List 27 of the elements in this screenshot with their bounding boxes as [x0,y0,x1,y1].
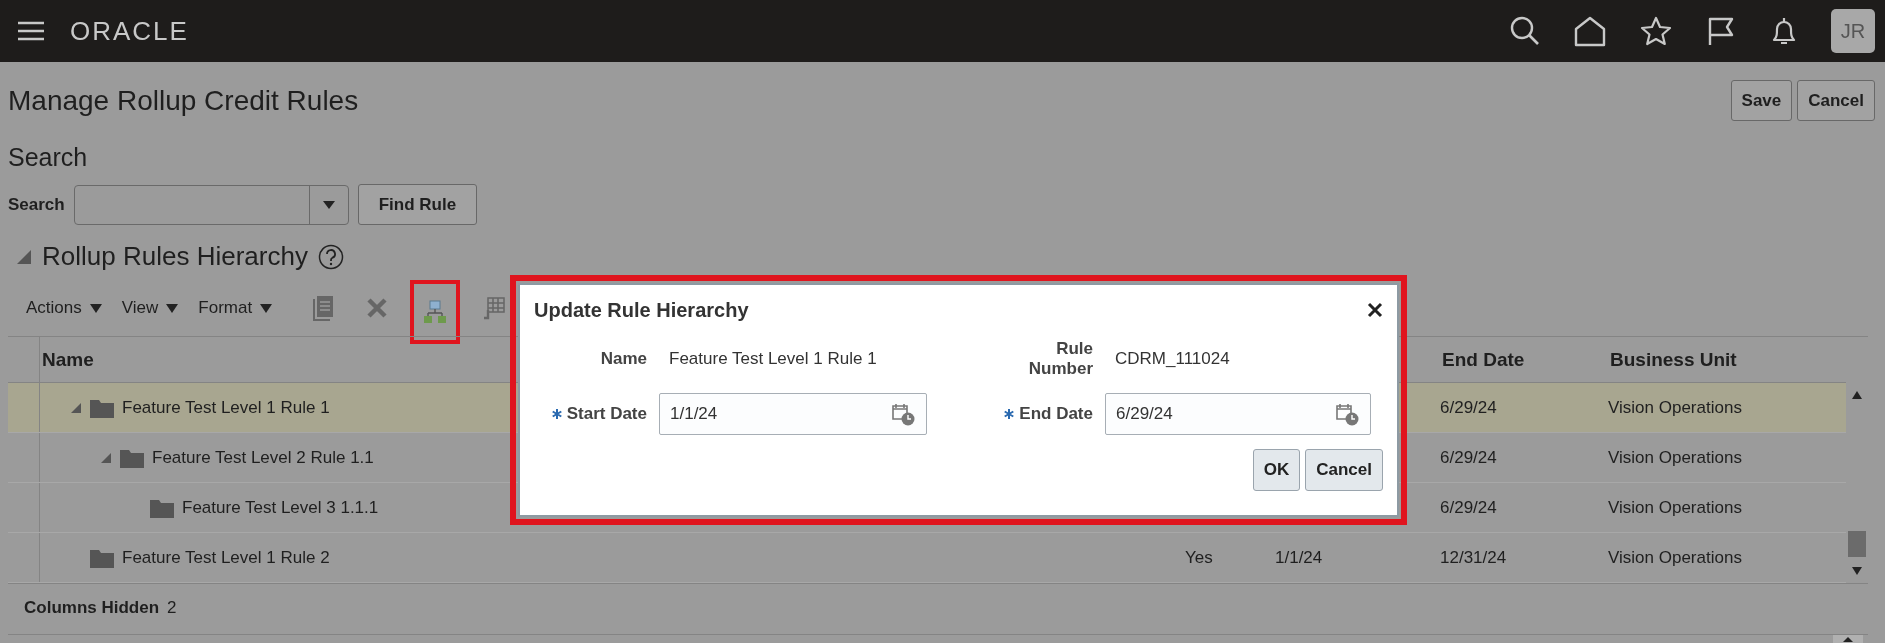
field-label: End Date [1019,404,1093,424]
table-cell: 6/29/24 [1440,497,1497,517]
table-cell: 1/1/24 [1275,547,1323,567]
table-cell: 12/31/24 [1440,547,1507,567]
columns-hidden-count: 2 [167,598,177,618]
search-label: Search [8,194,65,215]
table-cell: Vision Operations [1608,447,1742,467]
table-cell: Yes [1185,547,1213,567]
section-title: Rollup Rules Hierarchy [42,241,308,272]
section-heading: Search [8,143,89,172]
rule-name: Feature Test Level 1 Rule 2 [122,547,330,568]
table-cell: 6/29/24 [1440,447,1497,467]
table-cell: 6/29/24 [1440,397,1497,417]
field-value: CDRM_111024 [1114,349,1231,369]
field-value: Feature Test Level 1 Rule 1 [668,349,878,369]
field-label: Rule Number [1027,339,1093,379]
rule-name: Feature Test Level 3 1.1.1 [182,497,379,518]
table-cell: Vision Operations [1608,497,1742,517]
page-title: Manage Rollup Credit Rules [8,84,359,117]
field-label: Name [600,349,647,369]
field-label: Start Date [566,404,647,424]
dialog-title: Update Rule Hierarchy [534,298,749,322]
rule-name: Feature Test Level 1 Rule 1 [122,397,330,418]
table-cell: Vision Operations [1608,547,1742,567]
table-cell: Vision Operations [1608,397,1742,417]
columns-hidden-label: Columns Hidden [24,598,160,618]
rule-name: Feature Test Level 2 Rule 1.1 [152,447,374,468]
